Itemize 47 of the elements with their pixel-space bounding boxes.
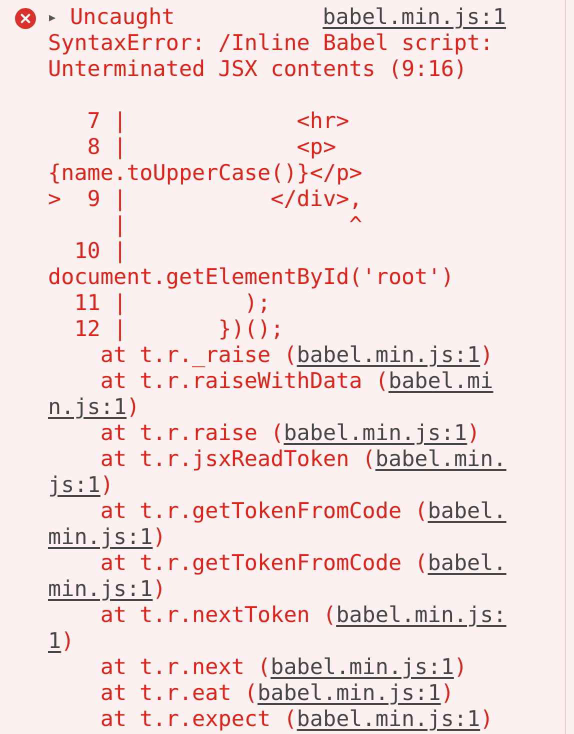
code-line: 7 | <hr>	[86, 109, 350, 135]
source-link[interactable]: babel.min.js:1	[270, 655, 454, 680]
source-link[interactable]: babel.min.js:1	[296, 707, 480, 732]
stack-call-text: at t.r.getTokenFromCode (	[100, 551, 428, 576]
closing-paren: )	[61, 629, 74, 654]
source-link[interactable]: babel.	[428, 551, 506, 576]
stack-call-text: at t.r._raise (	[100, 343, 297, 368]
code-line: > 9 | </div>,	[48, 187, 364, 213]
error-icon	[14, 8, 36, 28]
source-link[interactable]: n.js:1	[48, 395, 127, 420]
source-link[interactable]: babel.min.js:1	[296, 343, 480, 368]
source-link[interactable]: babel.min.js:1	[258, 681, 441, 706]
closing-paren: )	[152, 577, 166, 602]
code-line: | ^	[112, 213, 364, 239]
closing-paren: )	[100, 473, 114, 498]
source-link[interactable]: babel.	[428, 499, 506, 524]
source-link[interactable]: 1	[48, 629, 62, 654]
stack-call-text: at t.r.nextToken (	[100, 603, 336, 628]
stack-call-text: at t.r.jsxReadToken (	[100, 447, 376, 472]
source-link[interactable]: js:1	[48, 473, 100, 498]
code-line: 10 | document.getElementById('root')	[48, 239, 455, 291]
closing-paren: )	[480, 343, 494, 368]
error-label: Uncaught	[70, 5, 175, 31]
source-link[interactable]: babel.mi	[388, 369, 494, 394]
closing-paren: )	[126, 395, 140, 420]
stack-call-text: at t.r.expect (	[100, 707, 297, 732]
code-line: 8 | <p> {name.toUpperCase()}</p>	[48, 135, 364, 187]
source-link[interactable]: min.js:1	[48, 525, 153, 550]
source-link[interactable]: babel.min.js:	[336, 603, 506, 628]
stack-call-text: at t.r.raiseWithData (	[100, 369, 388, 394]
expand-toggle[interactable]: ▶	[49, 5, 70, 31]
closing-paren: )	[480, 707, 494, 732]
source-link[interactable]: babel.min.js:1	[284, 421, 468, 446]
stack-call-text: at t.r.raise (	[100, 421, 284, 446]
stack-call-text: at t.r.next (	[100, 655, 271, 680]
closing-paren: )	[454, 655, 468, 680]
source-link[interactable]: babel.min.js:1	[322, 5, 506, 31]
stack-call-text: at t.r.getTokenFromCode (	[100, 499, 428, 524]
error-message: SyntaxError: /Inline Babel script: Unterminated JSX contents (9:16)	[48, 31, 494, 83]
closing-paren: )	[440, 681, 454, 706]
closing-paren: )	[467, 421, 480, 446]
source-link[interactable]: min.js:1	[48, 577, 153, 602]
code-line: 12 | })();	[73, 317, 285, 343]
code-line: 11 | );	[73, 291, 272, 317]
source-link[interactable]: babel.min.	[375, 447, 506, 472]
stack-call-text: at t.r.eat (	[100, 681, 258, 706]
closing-paren: )	[152, 525, 166, 550]
